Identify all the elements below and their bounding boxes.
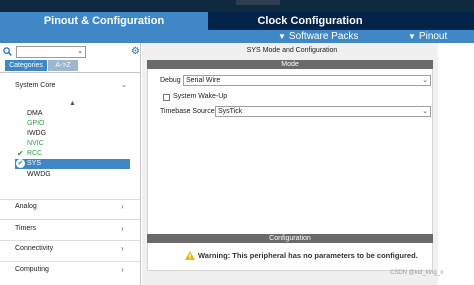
chevron-right-icon: › — [121, 244, 124, 253]
category-label: Connectivity — [15, 245, 54, 252]
divider — [0, 261, 140, 262]
category-computing[interactable]: Computing › — [0, 264, 140, 278]
timebase-source-label: Timebase Source — [160, 108, 215, 115]
chevron-down-icon: ▼ — [278, 32, 286, 41]
divider — [0, 240, 140, 241]
category-analog[interactable]: Analog › — [0, 201, 140, 215]
peripheral-dma[interactable]: DMA — [27, 109, 43, 118]
watermark: CSDN @kid_king_x — [390, 270, 444, 276]
chevron-down-icon: ⌄ — [121, 82, 127, 89]
divider — [0, 219, 140, 220]
system-wakeup-checkbox[interactable] — [163, 94, 170, 101]
main-tabs: Pinout & Configuration Clock Configurati… — [0, 12, 474, 30]
category-connectivity[interactable]: Connectivity › — [0, 243, 140, 257]
chevron-right-icon: › — [121, 224, 124, 233]
peripheral-sys[interactable]: ✔ SYS — [15, 159, 130, 169]
debug-label: Debug — [160, 77, 181, 84]
chevron-down-icon[interactable]: ⌄ — [76, 47, 84, 57]
search-icon[interactable] — [3, 47, 13, 57]
category-timers[interactable]: Timers › — [0, 223, 140, 237]
tab-categories[interactable]: Categories — [5, 60, 47, 71]
system-wakeup-label: System Wake-Up — [173, 93, 228, 100]
category-label: Timers — [15, 225, 37, 232]
check-icon: ✔ — [17, 149, 24, 158]
tab-clock-configuration[interactable]: Clock Configuration — [210, 12, 410, 30]
divider — [0, 199, 140, 200]
category-system-core[interactable]: System Core ⌄ — [0, 80, 140, 94]
sort-up-icon[interactable]: ▲ — [69, 100, 76, 107]
config-panel: SYS Mode and Configuration Mode Debug Se… — [142, 43, 474, 285]
category-label: Computing — [15, 266, 49, 273]
configuration-header: Configuration — [147, 234, 433, 243]
chevron-right-icon: › — [121, 265, 124, 274]
debug-select-value: Serial Wire — [186, 77, 221, 84]
window-top-fragment — [236, 0, 280, 5]
pinout-label: Pinout — [418, 31, 448, 42]
panel-title: SYS Mode and Configuration — [246, 47, 338, 54]
peripheral-label: SYS — [27, 160, 42, 167]
timebase-source-select[interactable]: SysTick ⌄ — [215, 106, 431, 117]
right-margin — [438, 43, 474, 285]
tab-pinout-configuration[interactable]: Pinout & Configuration — [0, 12, 208, 30]
timebase-select-value: SysTick — [218, 108, 243, 115]
peripheral-rcc[interactable]: RCC — [27, 149, 42, 158]
divider — [0, 72, 140, 73]
window-top-strip — [0, 0, 474, 12]
chevron-down-icon: ▼ — [408, 32, 416, 41]
chevron-down-icon: ⌄ — [422, 77, 428, 84]
pinout-menu[interactable]: ▼ Pinout — [408, 30, 447, 43]
sidebar: ⌄ ⚙ Categories A->Z System Core ⌄ ▲ DMA … — [0, 43, 141, 285]
software-packs-menu[interactable]: ▼ Software Packs — [278, 30, 358, 43]
debug-select[interactable]: Serial Wire ⌄ — [183, 75, 431, 86]
chevron-right-icon: › — [121, 202, 124, 211]
warning-icon — [185, 251, 195, 260]
peripheral-gpio[interactable]: GPIO — [27, 119, 45, 128]
check-circle-icon: ✔ — [16, 159, 25, 168]
warning-message: Warning: This peripheral has no paramete… — [198, 251, 418, 260]
category-label: System Core — [15, 82, 56, 89]
search-row: ⌄ ⚙ — [3, 46, 141, 58]
peripheral-wwdg[interactable]: WWDG — [27, 170, 51, 179]
gear-icon[interactable]: ⚙ — [130, 46, 141, 57]
tab-a-to-z[interactable]: A->Z — [48, 60, 78, 71]
peripheral-nvic[interactable]: NVIC — [27, 139, 44, 148]
category-label: Analog — [15, 203, 37, 210]
software-packs-label: Software Packs — [288, 31, 359, 42]
mode-header: Mode — [147, 60, 433, 69]
chevron-down-icon: ⌄ — [422, 108, 428, 115]
peripheral-iwdg[interactable]: IWDG — [27, 129, 46, 138]
sub-menu-bar: ▼ Software Packs ▼ Pinout — [0, 30, 474, 43]
